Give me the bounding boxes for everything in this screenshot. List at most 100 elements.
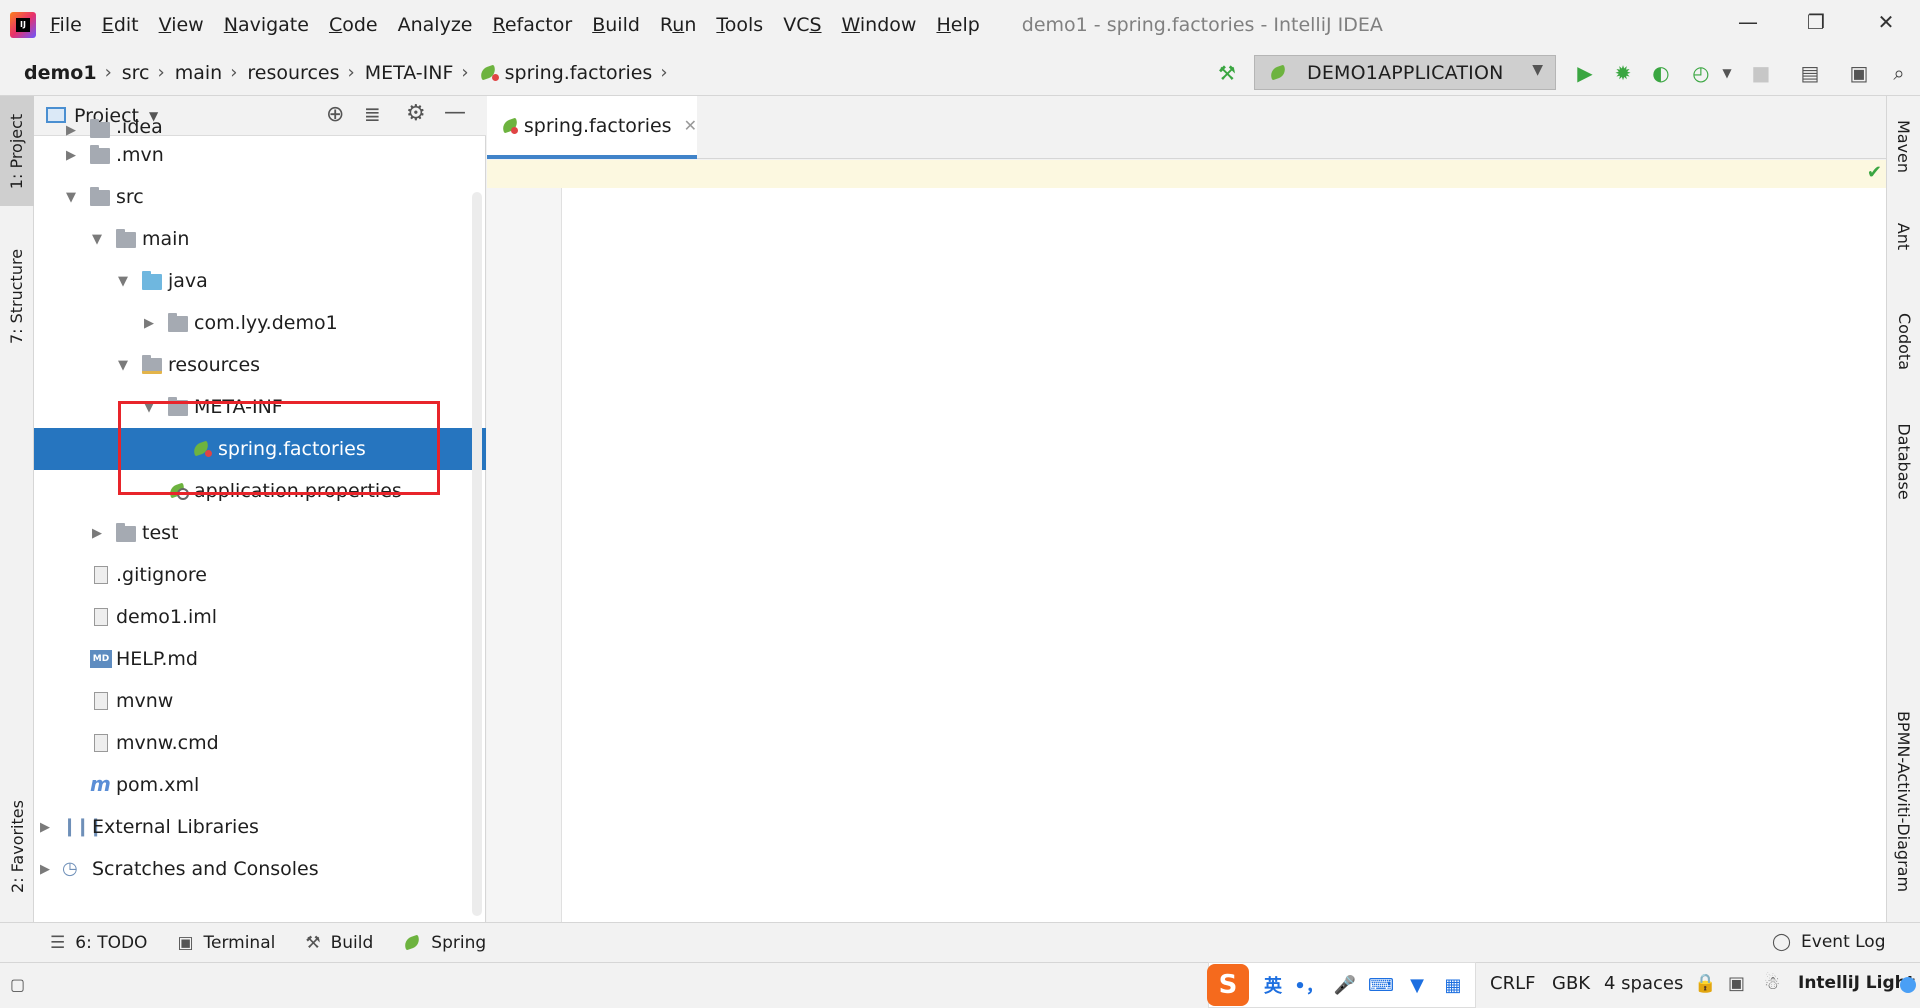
tree-row-mvn[interactable]: ▶ .mvn [34, 134, 486, 176]
minimize-icon[interactable]: — [1718, 0, 1778, 44]
tab-maven[interactable]: Maven [1887, 106, 1920, 186]
annotation-highlight-box [118, 401, 440, 495]
project-structure-icon[interactable]: ▤ [1795, 58, 1825, 88]
ime-punctuation-toggle[interactable]: •， [1294, 973, 1324, 997]
tree-row-java[interactable]: ▼ java [34, 260, 486, 302]
status-theme[interactable]: IntelliJ Light [1798, 973, 1915, 993]
tree-row-gitignore[interactable]: .gitignore [34, 554, 486, 596]
tool-build[interactable]: ⚒ Build [305, 933, 373, 953]
coverage-icon[interactable]: ◐ [1646, 58, 1676, 88]
tree-row-mvnw-cmd[interactable]: mvnw.cmd [34, 722, 486, 764]
chevron-right-icon[interactable]: ▶ [40, 820, 50, 835]
chevron-right-icon[interactable]: ▶ [40, 862, 50, 877]
tab-spring-factories[interactable]: spring.factories ✕ [487, 96, 697, 159]
tree-row-scratches[interactable]: ▶ ◷ Scratches and Consoles [34, 848, 486, 890]
chevron-down-icon[interactable]: ▼ [1712, 58, 1742, 88]
tool-terminal[interactable]: ▣ Terminal [177, 933, 275, 953]
tree-row-help-md[interactable]: MD HELP.md [34, 638, 486, 680]
layout-icon[interactable]: ▣ [1844, 58, 1874, 88]
run-icon[interactable]: ▶ [1570, 58, 1600, 88]
toggle-tool-windows-icon[interactable]: ▢ [10, 975, 25, 994]
terminal-status-icon[interactable]: ▣ [1728, 973, 1745, 994]
skin-shirt-icon[interactable]: ▼ [1405, 973, 1429, 997]
bottom-tool-bar: ☰ 6: TODO ▣ Terminal ⚒ Build Spring ◯ Ev… [0, 922, 1920, 962]
close-icon[interactable]: ✕ [1856, 0, 1916, 44]
chevron-right-icon[interactable]: ▶ [66, 148, 76, 163]
project-scrollbar[interactable] [472, 192, 482, 916]
chevron-down-icon[interactable]: ▼ [118, 358, 128, 373]
tree-row-test[interactable]: ▶ test [34, 512, 486, 554]
tab-ant[interactable]: Ant [1887, 206, 1920, 266]
run-config-selector[interactable]: DEMO1APPLICATION ▼ [1254, 55, 1556, 90]
hammer-icon: ⚒ [305, 932, 321, 953]
breadcrumb-demo1[interactable]: demo1 [24, 62, 97, 84]
debug-icon[interactable]: ✹ [1608, 58, 1638, 88]
menu-tools[interactable]: Tools [716, 14, 763, 36]
menu-view[interactable]: View [159, 14, 204, 36]
menu-file[interactable]: File [50, 14, 82, 36]
chevron-down-icon[interactable]: ▼ [66, 190, 76, 205]
build-hammer-icon[interactable]: ⚒ [1212, 58, 1242, 88]
right-tool-strip: Maven Ant Codota Database BPMN-Activiti-… [1886, 96, 1920, 922]
ime-language-toggle[interactable]: 英 [1261, 973, 1285, 997]
menu-vcs[interactable]: VCS [783, 14, 821, 36]
window-title: demo1 - spring.factories - IntelliJ IDEA [1021, 14, 1383, 36]
tree-row-mvnw[interactable]: mvnw [34, 680, 486, 722]
menu-edit[interactable]: Edit [102, 14, 139, 36]
folder-icon [116, 229, 136, 248]
tab-bpmn-diagram[interactable]: BPMN-Activiti-Diagram [1887, 696, 1920, 906]
status-indent[interactable]: 4 spaces [1604, 973, 1683, 994]
tree-row-src[interactable]: ▼ src [34, 176, 486, 218]
source-folder-icon [142, 271, 162, 290]
menu-analyze[interactable]: Analyze [398, 14, 473, 36]
tree-row-external-libraries[interactable]: ▶ ❙❙❙ External Libraries [34, 806, 486, 848]
lock-icon[interactable]: 🔒 [1694, 973, 1716, 994]
left-tool-strip: 1: Project 7: Structure 2: Favorites [0, 96, 34, 922]
menu-run[interactable]: Run [660, 14, 696, 36]
breadcrumb-main[interactable]: main [175, 62, 222, 84]
tree-row-pom-xml[interactable]: m pom.xml [34, 764, 486, 806]
menu-build[interactable]: Build [592, 14, 640, 36]
code-editor[interactable]: ✔ [562, 160, 1886, 922]
stop-icon[interactable]: ■ [1746, 58, 1776, 88]
toolbox-grid-icon[interactable]: ▦ [1441, 973, 1465, 997]
folder-icon [90, 187, 110, 206]
tree-row-demo1-iml[interactable]: demo1.iml [34, 596, 486, 638]
breadcrumb-meta-inf[interactable]: META-INF [365, 62, 454, 84]
tab-project[interactable]: 1: Project [0, 96, 34, 206]
tab-structure[interactable]: 7: Structure [0, 236, 34, 356]
menu-help[interactable]: Help [936, 14, 979, 36]
microphone-icon[interactable]: 🎤 [1333, 973, 1357, 997]
close-tab-icon[interactable]: ✕ [684, 116, 697, 135]
breadcrumb-src[interactable]: src [122, 62, 150, 84]
restore-icon[interactable]: ❐ [1786, 0, 1846, 44]
inspector-icon[interactable]: ☃ [1764, 973, 1780, 994]
search-everywhere-icon[interactable]: ⌕ [1884, 58, 1914, 88]
status-line-separator[interactable]: CRLF [1490, 973, 1535, 994]
menu-code[interactable]: Code [329, 14, 378, 36]
tab-database[interactable]: Database [1887, 406, 1920, 516]
current-line-highlight [487, 160, 562, 188]
status-encoding[interactable]: GBK [1552, 973, 1590, 994]
sogou-logo-icon[interactable]: S [1207, 964, 1249, 1006]
menu-refactor[interactable]: Refactor [492, 14, 572, 36]
chevron-right-icon: › [104, 62, 112, 83]
chevron-right-icon[interactable]: ▶ [144, 316, 154, 331]
tool-spring[interactable]: Spring [403, 933, 486, 953]
menu-navigate[interactable]: Navigate [224, 14, 309, 36]
breadcrumb-spring-factories[interactable]: spring.factories [505, 62, 653, 84]
tree-row-com-lyy-demo1[interactable]: ▶ com.lyy.demo1 [34, 302, 486, 344]
tool-todo[interactable]: ☰ 6: TODO [50, 933, 147, 953]
tree-row-main[interactable]: ▼ main [34, 218, 486, 260]
chevron-right-icon[interactable]: ▶ [92, 526, 102, 541]
tab-codota[interactable]: Codota [1887, 296, 1920, 386]
breadcrumb-resources[interactable]: resources [247, 62, 339, 84]
tree-row-resources[interactable]: ▼ resources [34, 344, 486, 386]
notification-icon[interactable] [1900, 977, 1916, 993]
chevron-down-icon[interactable]: ▼ [118, 274, 128, 289]
tab-favorites[interactable]: 2: Favorites [0, 786, 34, 906]
tool-event-log[interactable]: ◯ Event Log [1772, 932, 1886, 952]
keyboard-icon[interactable]: ⌨ [1368, 973, 1394, 997]
chevron-down-icon[interactable]: ▼ [92, 232, 102, 247]
menu-window[interactable]: Window [842, 14, 917, 36]
